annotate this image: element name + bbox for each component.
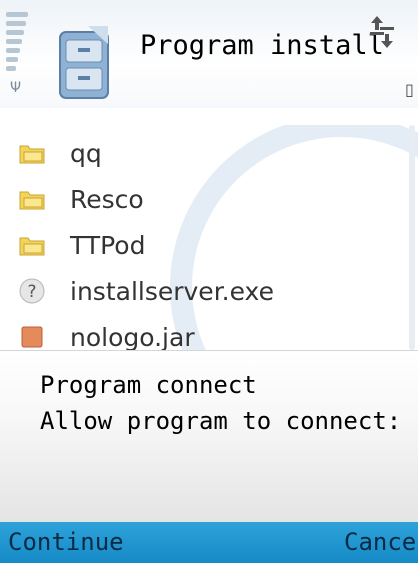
- signal-strength-icon: [6, 12, 32, 78]
- continue-softkey[interactable]: Continue: [8, 528, 124, 556]
- permission-dialog: Program connect Allow program to connect…: [0, 350, 418, 523]
- phone-screen: Ψ Program install ▯ qq Resco TTPod ? ins…: [0, 0, 418, 563]
- list-item[interactable]: nologo.jar: [0, 314, 418, 353]
- data-transfer-icon: [370, 16, 394, 48]
- dialog-title: Program connect: [40, 371, 257, 399]
- list-item[interactable]: ? installserver.exe: [0, 268, 418, 314]
- folder-icon: [19, 237, 45, 256]
- list-item-label: nologo.jar: [70, 322, 195, 352]
- list-item[interactable]: Resco: [0, 176, 418, 222]
- list-item-label: Resco: [70, 184, 144, 214]
- java-app-icon: [21, 326, 43, 348]
- dialog-message: Allow program to connect:: [40, 407, 402, 435]
- program-install-app-icon: [59, 26, 109, 99]
- list-item[interactable]: qq: [0, 130, 418, 176]
- cancel-softkey[interactable]: Cancel: [344, 528, 418, 556]
- file-list: qq Resco TTPod ? installserver.exe nolog…: [0, 125, 418, 353]
- unknown-file-icon: ?: [19, 278, 45, 304]
- list-item[interactable]: TTPod: [0, 222, 418, 268]
- list-item-label: installserver.exe: [70, 276, 274, 306]
- title-bar: Ψ Program install ▯: [0, 0, 418, 108]
- antenna-icon: Ψ: [10, 80, 22, 96]
- svg-text:?: ?: [27, 282, 36, 302]
- softkey-bar: Continue Cancel: [0, 522, 418, 563]
- list-item-label: TTPod: [70, 230, 146, 260]
- folder-icon: [19, 145, 45, 164]
- list-item-label: qq: [70, 138, 102, 168]
- list-scrollbar[interactable]: [409, 125, 415, 350]
- folder-icon: [19, 191, 45, 210]
- page-title: Program install: [140, 30, 384, 61]
- battery-icon: ▯: [405, 80, 414, 99]
